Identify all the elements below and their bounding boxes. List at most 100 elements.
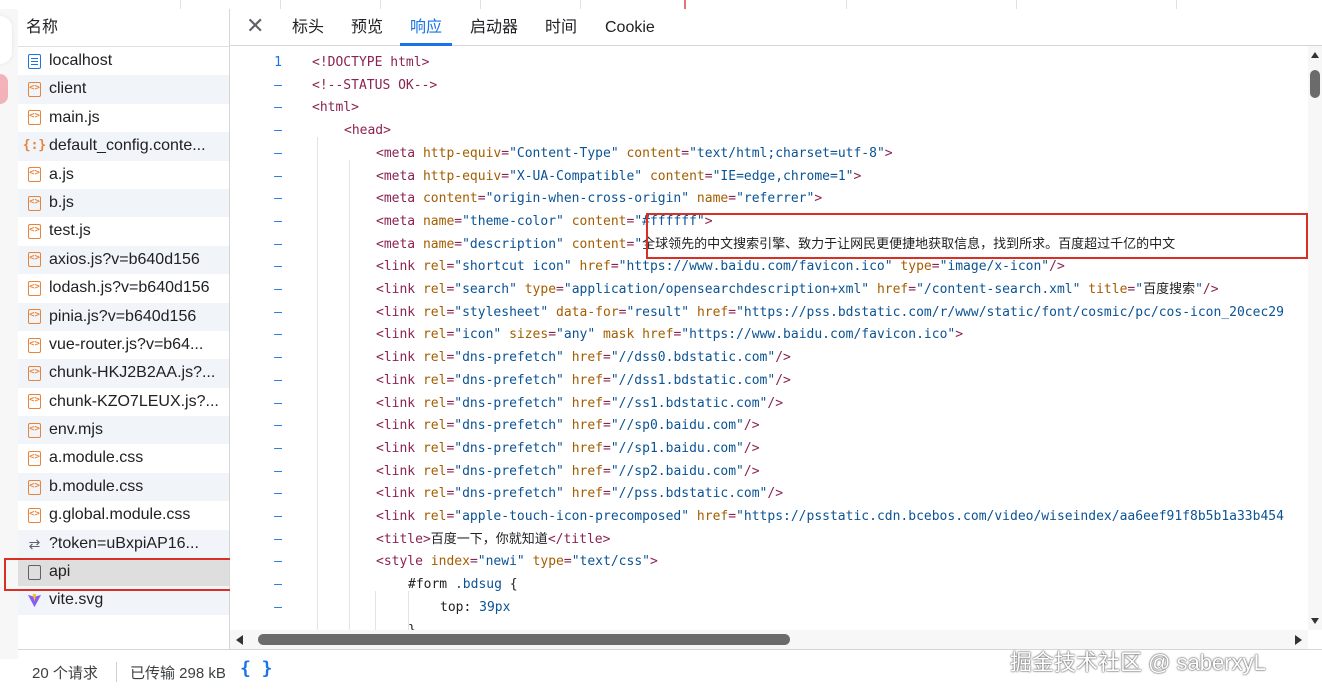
code-line: – <meta http-equiv="Content-Type" content… bbox=[230, 143, 1308, 166]
request-item-label: b.module.css bbox=[49, 477, 144, 495]
tab-cookie[interactable]: Cookie bbox=[605, 9, 655, 45]
code-token: "//dss0.bdstatic.com" bbox=[610, 350, 776, 366]
code-token: "https://www.baidu.com/favicon.ico" bbox=[618, 259, 901, 275]
request-item[interactable]: <> pinia.js?v=b640d156 bbox=[18, 302, 229, 331]
code-line: – top: 39px bbox=[230, 597, 1308, 620]
request-item[interactable]: localhost bbox=[18, 47, 229, 75]
request-item[interactable]: <> lodash.js?v=b640d156 bbox=[18, 274, 229, 302]
code-token: "newi" bbox=[477, 554, 533, 570]
code-token: href bbox=[571, 418, 603, 434]
line-number: – bbox=[274, 440, 282, 456]
script-icon: <> bbox=[26, 507, 43, 524]
code-token: = bbox=[556, 282, 564, 297]
code-text: <link rel="shortcut icon" href="https://… bbox=[376, 256, 1065, 279]
script-icon: <> bbox=[26, 166, 43, 183]
request-item[interactable]: <> a.js bbox=[18, 161, 229, 189]
line-number: – bbox=[274, 599, 282, 615]
scroll-right-icon[interactable] bbox=[1295, 635, 1302, 645]
tab-response[interactable]: 响应 bbox=[399, 9, 453, 46]
horizontal-scroll-thumb[interactable] bbox=[258, 634, 790, 645]
code-token: = bbox=[704, 168, 713, 184]
script-icon: <> bbox=[26, 81, 43, 98]
tab-preview[interactable]: 预览 bbox=[351, 9, 383, 45]
code-line: – <meta content="origin-when-cross-origin… bbox=[230, 188, 1308, 211]
request-item[interactable]: <> axios.js?v=b640d156 bbox=[18, 245, 229, 275]
scroll-up-icon[interactable] bbox=[1311, 52, 1319, 58]
code-token: = bbox=[931, 259, 940, 275]
code-token: "dns-prefetch" bbox=[454, 350, 572, 366]
scroll-left-icon[interactable] bbox=[236, 635, 243, 645]
top-strip-segment bbox=[480, 0, 581, 9]
code-token: data-for bbox=[556, 304, 619, 320]
code-token: rel bbox=[422, 282, 447, 297]
code-token: > bbox=[955, 327, 964, 343]
code-text: top: 39px bbox=[440, 597, 510, 620]
request-item[interactable]: <> a.module.css bbox=[18, 444, 229, 472]
detail-tab-bar: ✕ 标头 预览 响应 启动器 时间 Cookie bbox=[230, 9, 1322, 46]
close-icon[interactable]: ✕ bbox=[246, 13, 264, 41]
request-item-label: localhost bbox=[49, 52, 113, 69]
request-item[interactable]: <> chunk-HKJ2B2AA.js?... bbox=[18, 359, 229, 388]
script-icon: <> bbox=[26, 479, 43, 496]
request-item[interactable]: <> chunk-KZO7LEUX.js?... bbox=[18, 388, 229, 416]
footer-divider bbox=[116, 662, 117, 682]
request-item[interactable]: <> b.module.css bbox=[18, 472, 229, 502]
top-strip-segment bbox=[686, 0, 847, 9]
code-token: = bbox=[908, 282, 917, 297]
code-token: content bbox=[571, 236, 627, 252]
request-item-label: ?token=uBxpiAP16... bbox=[49, 534, 199, 552]
request-item[interactable]: <> b.js bbox=[18, 188, 229, 218]
code-token: <link bbox=[376, 395, 423, 411]
code-token: = bbox=[603, 440, 611, 456]
code-line: 1 <!DOCTYPE html> bbox=[230, 52, 1308, 75]
request-item[interactable]: <> env.mjs bbox=[18, 416, 229, 445]
request-item[interactable]: <> test.js bbox=[18, 217, 229, 245]
code-token: "dns-prefetch" bbox=[454, 463, 572, 479]
request-item[interactable]: <> main.js bbox=[18, 104, 229, 132]
code-token: /> bbox=[1049, 259, 1065, 275]
tab-timing[interactable]: 时间 bbox=[545, 9, 577, 45]
vertical-scroll-thumb[interactable] bbox=[1310, 70, 1320, 98]
vertical-scrollbar[interactable] bbox=[1308, 46, 1322, 630]
script-icon: <> bbox=[26, 365, 43, 382]
name-column-header[interactable]: 名称 bbox=[18, 9, 229, 47]
code-token: /> bbox=[743, 440, 760, 456]
script-icon: <> bbox=[26, 308, 43, 325]
code-token: <meta bbox=[376, 145, 423, 161]
response-code-viewer[interactable]: 1 <!DOCTYPE html> – <!--STATUS OK--> – <html>… bbox=[230, 46, 1308, 630]
line-number: – bbox=[274, 350, 282, 366]
code-line: – <head> bbox=[230, 120, 1308, 143]
code-token: <link bbox=[376, 327, 423, 343]
scroll-down-icon[interactable] bbox=[1311, 618, 1319, 624]
line-number: – bbox=[274, 100, 282, 116]
code-line: – <title>百度一下，你就知道</title> bbox=[230, 529, 1308, 552]
line-number: – bbox=[274, 486, 282, 502]
code-token: "stylesheet" bbox=[454, 304, 557, 320]
request-item[interactable]: {:} default_config.conte... bbox=[18, 132, 229, 161]
code-token: href bbox=[696, 509, 729, 524]
code-token: = bbox=[681, 145, 690, 161]
code-token: sizes bbox=[509, 327, 549, 343]
request-count: 20 个请求 bbox=[32, 665, 98, 682]
line-number: – bbox=[274, 259, 282, 275]
code-line: – <link rel="dns-prefetch" href="//sp1.ba… bbox=[230, 438, 1308, 461]
code-token: href bbox=[696, 304, 729, 320]
code-token: "apple-touch-icon-precomposed" bbox=[454, 509, 697, 524]
code-token: "https://pss.bdstatic.com/r/www/static/f… bbox=[736, 304, 1284, 320]
request-list: localhost <> client <> main.js {:} default_con… bbox=[18, 47, 229, 615]
code-token: > bbox=[884, 145, 893, 161]
line-number: – bbox=[274, 304, 282, 320]
request-item[interactable]: ⇄ ?token=uBxpiAP16... bbox=[18, 529, 229, 559]
tab-headers[interactable]: 标头 bbox=[292, 9, 324, 45]
request-item[interactable]: <> vue-router.js?v=b64... bbox=[18, 331, 229, 359]
tab-initiator[interactable]: 启动器 bbox=[470, 9, 518, 45]
code-token: 百度搜索 bbox=[1143, 282, 1196, 297]
request-item[interactable]: <> client bbox=[18, 75, 229, 104]
pretty-print-button[interactable]: { } bbox=[240, 658, 273, 679]
request-item-label: lodash.js?v=b640d156 bbox=[49, 279, 210, 297]
code-token: href bbox=[571, 372, 603, 388]
request-item[interactable]: <> g.global.module.css bbox=[18, 501, 229, 529]
code-token: = bbox=[603, 395, 611, 411]
code-token: = bbox=[548, 327, 557, 343]
script-icon: <> bbox=[26, 450, 43, 467]
